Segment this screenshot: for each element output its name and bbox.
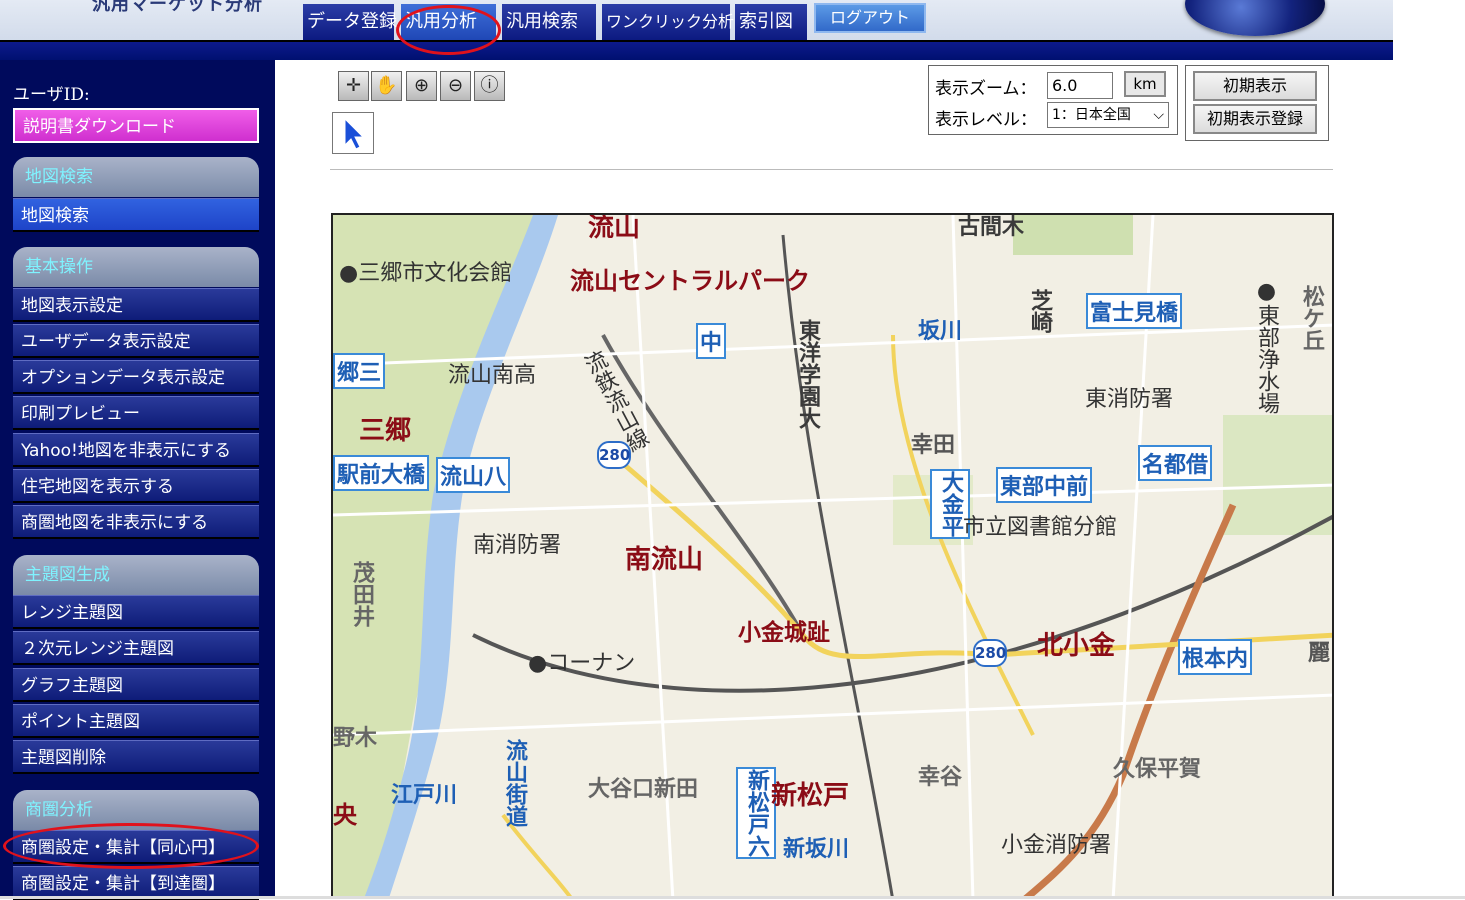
- sidebar-item-print-preview[interactable]: 印刷プレビュー: [13, 396, 259, 430]
- sidebar-item-point-map[interactable]: ポイント主題図: [13, 704, 259, 738]
- map-label: 郷三: [333, 353, 386, 389]
- sidebar-item-map-display[interactable]: 地図表示設定: [13, 288, 259, 322]
- initial-view-register-button[interactable]: 初期表示登録: [1193, 104, 1317, 134]
- sidebar-item-graph-map[interactable]: グラフ主題図: [13, 668, 259, 702]
- map-label: 南消防署: [473, 533, 562, 558]
- map-label: 流山: [588, 213, 641, 243]
- map-label: ●三郷市文化会館: [339, 261, 513, 286]
- map-label: 東部中前: [996, 467, 1093, 503]
- zoom-input[interactable]: 6.0: [1047, 72, 1113, 99]
- map-label: 名都借: [1138, 445, 1213, 481]
- map-label: 小金消防署: [1001, 833, 1112, 858]
- initial-view-button[interactable]: 初期表示: [1193, 71, 1317, 101]
- map-label: 流山八: [436, 457, 511, 493]
- map-label: 東洋学園大: [795, 319, 820, 429]
- km-button[interactable]: km: [1124, 71, 1166, 97]
- map-label: 江戸川: [391, 783, 458, 808]
- map-label: 流山セントラルパーク: [570, 267, 810, 295]
- map-label: 茂田井: [349, 561, 374, 627]
- section-trade-area: 商圏分析: [13, 790, 259, 830]
- zoom-in-icon[interactable]: ⊕: [406, 71, 437, 101]
- sidebar-item-map-search[interactable]: 地図検索: [13, 198, 259, 232]
- sidebar-item-trade-reach[interactable]: 商圏設定・集計【到達圏】: [13, 866, 259, 900]
- map-label: 幸谷: [918, 765, 963, 790]
- header-band: [0, 40, 1393, 60]
- sidebar-item-2d-range-map[interactable]: ２次元レンジ主題図: [13, 631, 259, 665]
- level-select-value: 1：日本全国: [1052, 107, 1131, 123]
- map-view[interactable]: 古間木 流山 ●三郷市文化会館 流山セントラルパーク 中 東洋学園大 坂川 芝崎…: [331, 213, 1334, 899]
- chevron-down-icon: ⌵: [1153, 107, 1164, 123]
- tab-general-analysis[interactable]: 汎用分析: [401, 4, 496, 40]
- map-label: 南流山: [625, 545, 704, 575]
- section-map-search: 地図検索: [13, 157, 259, 197]
- map-label: ●コーナン: [528, 651, 636, 676]
- map-label: 中: [696, 323, 727, 359]
- map-label: 新坂川: [783, 837, 850, 862]
- map-label: 東消防署: [1085, 387, 1174, 412]
- info-icon[interactable]: ⓘ: [474, 71, 505, 101]
- sidebar-item-delete-map[interactable]: 主題図削除: [13, 740, 259, 774]
- globe-logo-icon: [1185, 0, 1325, 36]
- user-id-label: ユーザID:: [13, 85, 90, 105]
- initial-view-panel: 初期表示 初期表示登録: [1185, 65, 1329, 141]
- sidebar-item-hide-yahoo[interactable]: Yahoo!地図を非表示にする: [13, 433, 259, 467]
- zoom-label: 表示ズーム：: [935, 79, 1037, 99]
- map-label: 古間木: [958, 215, 1025, 240]
- section-basic-ops: 基本操作: [13, 247, 259, 287]
- map-label: 幸田: [911, 433, 956, 458]
- logout-button[interactable]: ログアウト: [814, 3, 926, 33]
- level-select[interactable]: 1：日本全国 ⌵: [1047, 102, 1169, 128]
- zoom-out-icon[interactable]: ⊖: [440, 71, 471, 101]
- divider: [330, 169, 1333, 170]
- sidebar-item-range-map[interactable]: レンジ主題図: [13, 595, 259, 629]
- hand-pan-icon[interactable]: ✋: [371, 71, 402, 101]
- sidebar: ユーザID: 説明書ダウンロード 地図検索 地図検索 基本操作 地図表示設定 ユ…: [0, 60, 275, 900]
- map-label: 麗: [1308, 641, 1331, 666]
- sidebar-item-residential-map[interactable]: 住宅地図を表示する: [13, 469, 259, 503]
- map-label: 松ケ丘: [1299, 285, 1324, 351]
- route-280-shield: 280: [973, 639, 1007, 667]
- route-280-shield: 280: [597, 441, 631, 469]
- map-label: 北小金: [1037, 631, 1116, 661]
- download-manual-button[interactable]: 説明書ダウンロード: [13, 108, 259, 143]
- map-label: 流山街道: [502, 739, 527, 827]
- map-label: 新松戸: [771, 781, 850, 811]
- map-label: 野木: [333, 726, 378, 751]
- sidebar-item-trade-concentric[interactable]: 商圏設定・集計【同心円】: [13, 830, 259, 864]
- section-thematic: 主題図生成: [13, 555, 259, 595]
- zoom-panel: 表示ズーム： 6.0 km 表示レベル： 1：日本全国 ⌵: [928, 65, 1178, 135]
- map-label: 央: [333, 801, 357, 829]
- sidebar-item-option-data[interactable]: オプションデータ表示設定: [13, 360, 259, 394]
- sidebar-item-hide-trade-area[interactable]: 商圏地図を非表示にする: [13, 505, 259, 539]
- pan-cross-icon[interactable]: ✛: [338, 71, 369, 101]
- map-label: 駅前大橋: [333, 455, 430, 491]
- map-label: 市立図書館分館: [963, 515, 1118, 540]
- map-label: 大谷口新田: [588, 777, 699, 802]
- select-arrow-icon[interactable]: [332, 112, 374, 154]
- map-label: 坂川: [918, 319, 963, 344]
- sidebar-item-user-data[interactable]: ユーザデータ表示設定: [13, 324, 259, 358]
- map-label: 流山南高: [448, 363, 537, 388]
- map-label: 小金城趾: [738, 620, 830, 646]
- map-label: 根本内: [1178, 639, 1253, 675]
- tab-data-register[interactable]: データ登録: [303, 4, 397, 40]
- tab-index-map[interactable]: 索引図: [735, 4, 807, 40]
- tab-one-click-analysis[interactable]: ワンクリック分析: [602, 4, 734, 40]
- map-label: 新松戸六: [736, 767, 776, 859]
- tab-general-search[interactable]: 汎用検索: [502, 4, 596, 40]
- level-label: 表示レベル：: [935, 110, 1037, 130]
- map-label: 富士見橋: [1086, 293, 1183, 329]
- app-header: 汎用マーケット分析 データ登録 汎用分析 汎用検索 ワンクリック分析 索引図 ロ…: [0, 0, 1393, 60]
- map-label: 久保平賀: [1113, 757, 1202, 782]
- map-label: 三郷: [359, 416, 412, 446]
- map-label: ●東部浄水場: [1254, 279, 1279, 414]
- map-label: 芝崎: [1027, 289, 1052, 333]
- app-logo: 汎用マーケット分析: [92, 0, 263, 15]
